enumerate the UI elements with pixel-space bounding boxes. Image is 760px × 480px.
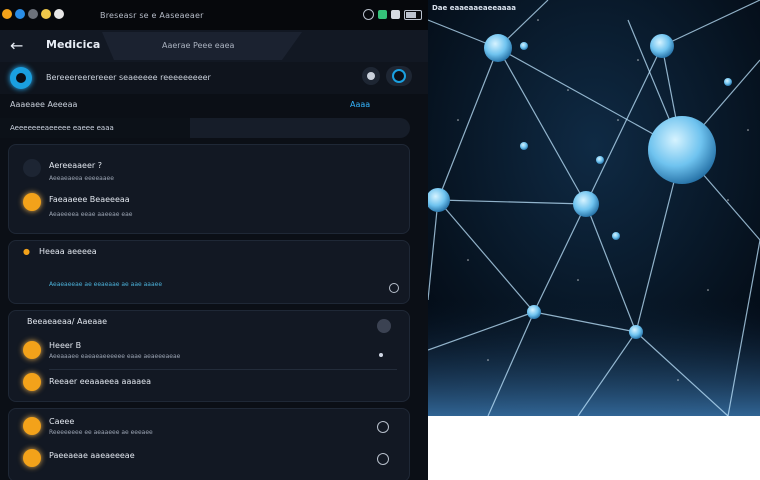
- list-item-title[interactable]: Aereeaaeer ?: [49, 161, 102, 170]
- signal-icon: [378, 10, 387, 19]
- card-header: Beeaeaeaa/ Aaeaae: [27, 317, 108, 326]
- status-title: Breseasr se e Aaseaeaer: [100, 11, 204, 20]
- app-icon-yellow[interactable]: [41, 9, 51, 19]
- coin-icon: [23, 417, 41, 435]
- search-input[interactable]: Bereeereerereeer seaeeeee reeeeeeeeer: [46, 73, 211, 82]
- list-item-title[interactable]: Heeer B: [49, 341, 81, 350]
- divider: [49, 369, 397, 370]
- app-icon-blue[interactable]: [15, 9, 25, 19]
- network-graph-image: [428, 0, 760, 416]
- card-list: Beeaeaeaa/ Aaeaae Heeer B Aeeaaaee eaeae…: [8, 310, 410, 402]
- coin-icon: [23, 373, 41, 391]
- list-item-title[interactable]: Heeaa aeeeea: [39, 247, 97, 256]
- info-row: Aaaeaee Aeeeaa Aaaa: [0, 94, 428, 116]
- section-header: Aeeeeeeeaeeeee eaeee eaaa: [0, 118, 410, 138]
- chevron-icon[interactable]: [389, 283, 399, 293]
- image-caption: Dae eaaeaaeaeeaaaa: [432, 4, 516, 12]
- list-item-title[interactable]: Caeee: [49, 417, 74, 426]
- toolbar: ← Medicica Aaerae Peee eaea: [0, 30, 428, 62]
- wifi-icon: [391, 10, 400, 19]
- chevron-icon[interactable]: [377, 453, 389, 465]
- section-label: Aeeeeeeeaeeeee eaeee eaaa: [10, 124, 114, 132]
- toggle-icon[interactable]: [377, 319, 391, 333]
- card-footer-list: Caeee Reeeeeeee ee aeaaeee ae eeeaee Pae…: [8, 408, 410, 480]
- network-illustration: [428, 0, 760, 416]
- app-panel: Breseasr se e Aaseaeaer ← Medicica Aaera…: [0, 0, 428, 480]
- list-item-subtitle: Aeeaaaee eaeaeaeeeeee eaae aeaeeeaeae: [49, 353, 181, 360]
- list-item-title[interactable]: Reeaer eeaaaeea aaaaea: [49, 377, 151, 386]
- item-marker-icon: ●: [23, 247, 30, 256]
- search-logo-icon: [10, 67, 32, 89]
- info-label: Aaaeaee Aeeeaa: [10, 100, 78, 109]
- page-title: Medicica: [46, 38, 101, 51]
- list-item-subtitle: Aeeaeaeea eeeeaaee: [49, 175, 114, 182]
- record-button[interactable]: [362, 67, 380, 85]
- item-status-icon: [23, 159, 41, 177]
- card-secondary: ● Heeaa aeeeea Aeaeaeeae ae eeaeaae ae a…: [8, 240, 410, 304]
- card-primary: Aereeaaeer ? Aeeaeaeea eeeeaaee Faeaaeee…: [8, 144, 410, 234]
- app-icon-orange[interactable]: [2, 9, 12, 19]
- toggle-view-button[interactable]: [386, 66, 412, 86]
- list-item-title[interactable]: Faeaaeee Beaeeeaa: [49, 195, 130, 204]
- coin-icon: [23, 193, 41, 211]
- app-icon-white[interactable]: [54, 9, 64, 19]
- list-item-title[interactable]: Paeeaeae aaeaeeeae: [49, 451, 135, 460]
- battery-icon: [404, 9, 422, 20]
- chevron-icon[interactable]: [377, 421, 389, 433]
- list-item-subtitle: Aeaeaeeae ae eeaeaae ae aae aaaee: [49, 281, 163, 288]
- list-item-subtitle: Reeeeeeee ee aeaaeee ae eeeaee: [49, 429, 153, 436]
- app-icon-gray[interactable]: [28, 9, 38, 19]
- status-right-icons: [363, 9, 422, 20]
- link-icon: [363, 9, 374, 20]
- list-item-subtitle: Aeaeeeea eeae aaeeae eae: [49, 211, 133, 218]
- coin-icon: [23, 341, 41, 359]
- status-bar: Breseasr se e Aaseaeaer: [0, 0, 428, 30]
- info-link[interactable]: Aaaa: [350, 100, 370, 109]
- more-icon[interactable]: [379, 353, 383, 357]
- coin-icon: [23, 449, 41, 467]
- back-arrow-icon[interactable]: ←: [10, 36, 34, 56]
- status-app-icons: [2, 9, 64, 19]
- toolbar-subtitle[interactable]: Aaerae Peee eaea: [162, 41, 234, 50]
